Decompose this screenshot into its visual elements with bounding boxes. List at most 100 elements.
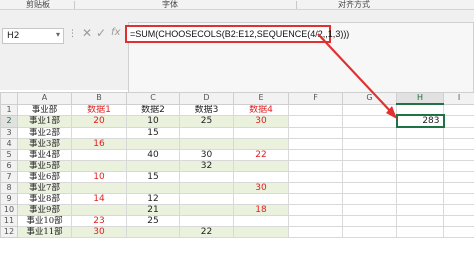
cell-e9[interactable] [233,192,289,205]
select-all-corner[interactable] [0,92,18,105]
insert-function-icon[interactable]: fx [111,27,120,38]
ribbon-group-alignment[interactable]: 对齐方式 [338,0,370,10]
cancel-icon[interactable]: ✕ [82,26,92,40]
cell-i11[interactable] [443,214,474,227]
column-header-h[interactable]: H [396,92,444,105]
cell-d5[interactable]: 30 [179,148,234,161]
cell-e1[interactable]: 数据4 [233,103,289,116]
cell-g1[interactable] [342,103,397,116]
row-header-7[interactable]: 7 [0,170,18,183]
cell-a8[interactable]: 事业7部 [17,181,72,194]
cell-a10[interactable]: 事业9部 [17,203,72,216]
cell-b1[interactable]: 数据1 [71,103,127,116]
more-options-icon[interactable]: ⋮ [68,29,77,39]
cell-e5[interactable]: 22 [233,148,289,161]
cell-b11[interactable]: 23 [71,214,127,227]
cell-g4[interactable] [342,137,397,150]
cell-f4[interactable] [288,137,343,150]
column-header-b[interactable]: B [71,92,127,105]
cell-c8[interactable] [126,181,180,194]
cell-e8[interactable]: 30 [233,181,289,194]
cell-h5[interactable] [396,148,444,161]
column-header-f[interactable]: F [288,92,343,105]
cell-d8[interactable] [179,181,234,194]
row-header-9[interactable]: 9 [0,192,18,205]
chevron-down-icon[interactable]: ▾ [56,30,60,39]
ribbon-group-font[interactable]: 字体 [162,0,178,10]
cell-i8[interactable] [443,181,474,194]
cell-i6[interactable] [443,159,474,172]
cell-c9[interactable]: 12 [126,192,180,205]
cell-a11[interactable]: 事业10部 [17,214,72,227]
row-header-3[interactable]: 3 [0,126,18,139]
column-header-i[interactable]: I [443,92,474,105]
row-header-12[interactable]: 12 [0,225,18,238]
cell-e7[interactable] [233,170,289,183]
cell-d6[interactable]: 32 [179,159,234,172]
cell-f2[interactable] [288,114,343,128]
cell-e3[interactable] [233,126,289,139]
cell-b9[interactable]: 14 [71,192,127,205]
cell-g8[interactable] [342,181,397,194]
cell-g11[interactable] [342,214,397,227]
cell-d1[interactable]: 数据3 [179,103,234,116]
row-header-4[interactable]: 4 [0,137,18,150]
cell-e4[interactable] [233,137,289,150]
row-header-10[interactable]: 10 [0,203,18,216]
cell-i12[interactable] [443,225,474,238]
cell-f3[interactable] [288,126,343,139]
cell-h12[interactable] [396,225,444,238]
column-header-d[interactable]: D [179,92,234,105]
cell-a6[interactable]: 事业5部 [17,159,72,172]
cell-h3[interactable] [396,126,444,139]
column-header-e[interactable]: E [233,92,289,105]
cell-h11[interactable] [396,214,444,227]
cell-f8[interactable] [288,181,343,194]
cell-h10[interactable] [396,203,444,216]
cell-g7[interactable] [342,170,397,183]
cell-e2[interactable]: 30 [233,114,289,128]
row-header-2[interactable]: 2 [0,114,18,128]
cell-g12[interactable] [342,225,397,238]
cell-d4[interactable] [179,137,234,150]
row-header-1[interactable]: 1 [0,103,18,116]
cell-i9[interactable] [443,192,474,205]
ribbon-group-clipboard[interactable]: 剪贴板 [26,0,50,10]
cell-g2[interactable] [342,114,397,128]
cell-g10[interactable] [342,203,397,216]
cell-c11[interactable]: 25 [126,214,180,227]
cell-b5[interactable] [71,148,127,161]
column-header-a[interactable]: A [17,92,72,105]
column-header-g[interactable]: G [342,92,397,105]
cell-d3[interactable] [179,126,234,139]
cell-a7[interactable]: 事业6部 [17,170,72,183]
cell-h6[interactable] [396,159,444,172]
cell-h1[interactable] [396,103,444,116]
cell-i2[interactable] [443,114,474,128]
cell-c1[interactable]: 数据2 [126,103,180,116]
cell-b3[interactable] [71,126,127,139]
row-header-6[interactable]: 6 [0,159,18,172]
cell-e6[interactable] [233,159,289,172]
cell-d9[interactable] [179,192,234,205]
cell-i3[interactable] [443,126,474,139]
cell-a9[interactable]: 事业8部 [17,192,72,205]
row-header-5[interactable]: 5 [0,148,18,161]
cell-i1[interactable] [443,103,474,116]
cell-c6[interactable] [126,159,180,172]
cell-b4[interactable]: 16 [71,137,127,150]
cell-c4[interactable] [126,137,180,150]
cell-i4[interactable] [443,137,474,150]
cell-d10[interactable] [179,203,234,216]
name-box[interactable]: H2 ▾ [2,28,64,44]
cell-c7[interactable]: 15 [126,170,180,183]
cell-e11[interactable] [233,214,289,227]
cell-f12[interactable] [288,225,343,238]
row-header-11[interactable]: 11 [0,214,18,227]
cell-f10[interactable] [288,203,343,216]
cell-f11[interactable] [288,214,343,227]
cell-h8[interactable] [396,181,444,194]
cell-a12[interactable]: 事业11部 [17,225,72,238]
cell-b8[interactable] [71,181,127,194]
cell-e10[interactable]: 18 [233,203,289,216]
